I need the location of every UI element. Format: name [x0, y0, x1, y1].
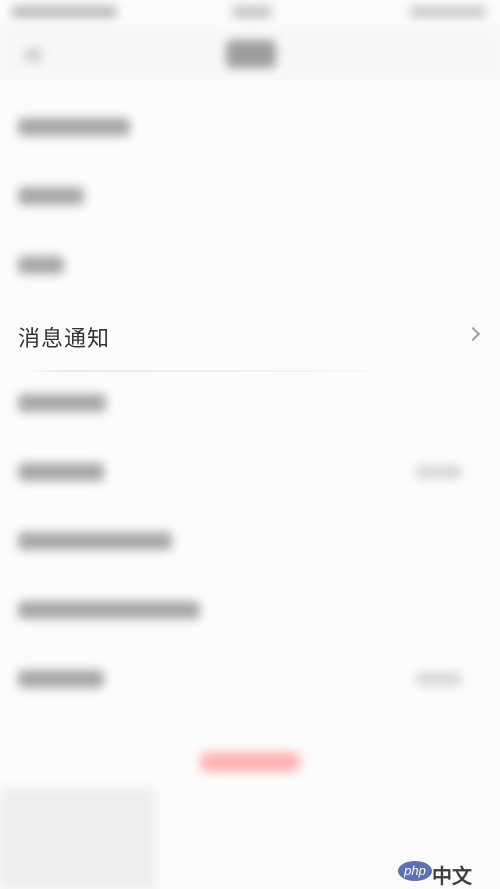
- settings-row-label-placeholder: [18, 394, 106, 412]
- settings-screen: 消息通知 php 中文网: [0, 0, 500, 889]
- settings-row-label-placeholder: [18, 601, 200, 619]
- settings-item-notifications[interactable]: 消息通知: [0, 299, 500, 367]
- back-arrow-icon[interactable]: [24, 48, 42, 62]
- php-logo-icon: php: [398, 861, 432, 881]
- settings-row-blurred-3[interactable]: [0, 230, 500, 298]
- bottom-panel: [0, 788, 155, 889]
- settings-item-label: 消息通知: [18, 326, 111, 351]
- settings-row-blurred-1[interactable]: [0, 92, 500, 160]
- settings-row-label-placeholder: [18, 187, 84, 205]
- settings-row-blurred-7[interactable]: [0, 575, 500, 643]
- settings-row-label-placeholder: [18, 670, 104, 688]
- settings-row-label-placeholder: [18, 118, 130, 136]
- status-bar-time: [232, 6, 272, 18]
- settings-row-value-placeholder: [416, 465, 462, 479]
- status-bar-battery: [410, 6, 486, 18]
- nav-bar: [0, 26, 500, 82]
- settings-row-blurred-2[interactable]: [0, 161, 500, 229]
- settings-row-value-placeholder: [416, 672, 462, 686]
- settings-row-label-placeholder: [18, 532, 172, 550]
- settings-list: 消息通知: [0, 92, 500, 712]
- settings-row-blurred-5[interactable]: [0, 437, 500, 505]
- watermark-text: 中文网: [432, 866, 472, 888]
- page-title: [226, 40, 276, 68]
- settings-row-blurred-8[interactable]: [0, 644, 500, 712]
- settings-row-blurred-4[interactable]: [0, 368, 500, 436]
- settings-row-label-placeholder: [18, 256, 64, 274]
- divider: [18, 370, 432, 372]
- watermark-logo: php 中文网: [398, 859, 486, 888]
- chevron-right-icon: [465, 326, 481, 342]
- settings-row-label-placeholder: [18, 463, 104, 481]
- status-bar-carrier: [12, 6, 117, 18]
- settings-row-blurred-6[interactable]: [0, 506, 500, 574]
- logout-button[interactable]: [200, 752, 300, 772]
- status-bar: [0, 0, 500, 26]
